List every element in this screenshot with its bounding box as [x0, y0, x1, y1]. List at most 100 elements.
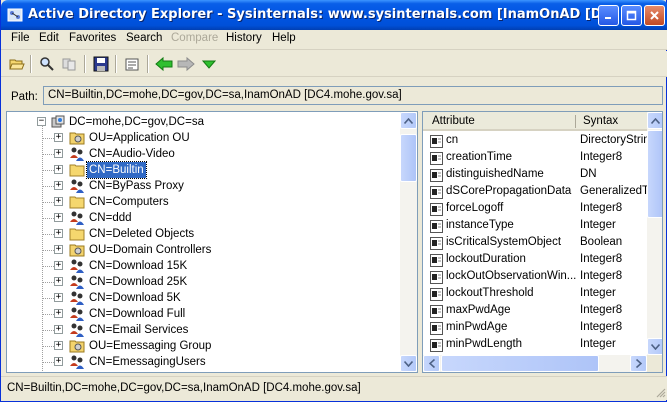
tree-expander[interactable]: +	[54, 197, 63, 206]
window-title: Active Directory Explorer - Sysinternals…	[28, 7, 598, 22]
tree-expander[interactable]: +	[54, 149, 63, 158]
tree-connector	[42, 234, 54, 235]
scroll-thumb[interactable]	[400, 134, 417, 182]
scroll-down-button[interactable]	[647, 338, 662, 355]
ou-icon	[69, 130, 85, 146]
users-icon	[69, 210, 85, 226]
menu-favorites[interactable]: Favorites	[69, 32, 116, 44]
app-window: Active Directory Explorer - Sysinternals…	[0, 0, 667, 402]
minimize-button[interactable]	[598, 5, 619, 26]
attribute-icon	[430, 288, 443, 301]
path-bar: Path: CN=Builtin,DC=mohe,DC=gov,DC=sa,In…	[1, 78, 667, 108]
tree-expander[interactable]: +	[54, 165, 63, 174]
attribute-row[interactable]: maxPwdAge Integer8	[423, 303, 647, 320]
properties-icon[interactable]	[122, 54, 142, 74]
scroll-up-button[interactable]	[400, 112, 417, 129]
tree-connector	[42, 218, 54, 219]
attr-vertical-scrollbar[interactable]	[647, 112, 662, 355]
menu-edit[interactable]: Edit	[39, 32, 59, 44]
tree-expander[interactable]: +	[54, 325, 63, 334]
attribute-row[interactable]: forceLogoff Integer8	[423, 201, 647, 218]
attribute-icon	[430, 339, 443, 352]
attribute-row[interactable]: dSCorePropagationData GeneralizedTime	[423, 184, 650, 201]
attribute-name: cn	[446, 134, 459, 146]
tree-vertical-scrollbar[interactable]	[400, 112, 417, 372]
close-button[interactable]	[644, 5, 665, 26]
menu-history[interactable]: History	[226, 32, 262, 44]
maximize-button[interactable]	[621, 5, 642, 26]
scroll-up-button[interactable]	[647, 112, 662, 129]
attribute-name: lockoutDuration	[446, 253, 526, 265]
menu-help[interactable]: Help	[272, 32, 296, 44]
column-divider[interactable]	[575, 115, 576, 128]
tree-item-label: CN=Builtin	[86, 161, 147, 179]
attribute-row[interactable]: lockOutObservationWin... Integer8	[423, 269, 647, 286]
attribute-syntax: Integer	[580, 287, 616, 299]
attribute-row[interactable]: creationTime Integer8	[423, 150, 647, 167]
attribute-syntax: Integer8	[580, 321, 623, 333]
tree-expander[interactable]: +	[54, 341, 63, 350]
attribute-row[interactable]: cn DirectoryString	[423, 133, 650, 150]
forward-arrow-icon[interactable]	[176, 54, 196, 74]
menu-file[interactable]: File	[11, 32, 30, 44]
tree-expander[interactable]: +	[54, 229, 63, 238]
attribute-pane[interactable]: Attribute Syntax cn DirectoryString creati…	[422, 111, 663, 373]
tree-item-label: CN=Download 25K	[89, 276, 188, 288]
folder-icon	[69, 226, 85, 242]
tree-item-label: CN=Download 15K	[89, 260, 188, 272]
attribute-row[interactable]: lockoutDuration Integer8	[423, 252, 647, 269]
scroll-right-button[interactable]	[630, 355, 647, 372]
tree-expander[interactable]: +	[54, 261, 63, 270]
menu-compare[interactable]: Compare	[171, 32, 218, 44]
attribute-row[interactable]: isCriticalSystemObject Boolean	[423, 235, 647, 252]
menu-search[interactable]: Search	[126, 32, 162, 44]
compare-icon[interactable]	[59, 54, 79, 74]
tree-expander[interactable]: +	[54, 181, 63, 190]
back-arrow-icon[interactable]	[154, 54, 174, 74]
attribute-name: minPwdAge	[446, 321, 508, 333]
attribute-row[interactable]: lockoutThreshold Integer	[423, 286, 647, 303]
scroll-thumb[interactable]	[647, 130, 662, 218]
attr-horizontal-scrollbar[interactable]	[423, 355, 647, 372]
attribute-name: maxPwdAge	[446, 304, 511, 316]
attribute-icon	[430, 135, 443, 148]
path-field[interactable]: CN=Builtin,DC=mohe,DC=gov,DC=sa,InamOnAD…	[43, 86, 663, 105]
column-header-syntax[interactable]: Syntax	[583, 115, 618, 127]
tree-pane[interactable]: − DC=mohe,DC=gov,DC=sa + OU=Application OU +…	[6, 111, 418, 373]
attribute-row[interactable]: distinguishedName DN	[423, 167, 647, 184]
resize-grip-icon[interactable]	[654, 386, 666, 398]
tree-item-label: CN=Email Services	[89, 324, 189, 336]
attribute-icon	[430, 220, 443, 233]
tree-expander[interactable]: +	[54, 133, 63, 142]
menu-bar: File Edit Favorites Search Compare Histo…	[1, 30, 667, 50]
scroll-left-button[interactable]	[423, 355, 440, 372]
attribute-name: creationTime	[446, 151, 513, 163]
scroll-thumb[interactable]	[441, 355, 599, 372]
tree-connector	[42, 250, 54, 251]
users-icon	[69, 354, 85, 370]
users-icon	[69, 306, 85, 322]
open-folder-icon[interactable]	[7, 54, 27, 74]
attribute-syntax: Integer8	[580, 304, 623, 316]
attribute-row[interactable]: instanceType Integer	[423, 218, 647, 235]
tree-expander[interactable]: +	[54, 277, 63, 286]
tree-expander[interactable]: +	[54, 213, 63, 222]
dropdown-arrow-icon[interactable]	[199, 54, 219, 74]
attribute-row[interactable]: minPwdAge Integer8	[423, 320, 647, 337]
scroll-down-button[interactable]	[400, 355, 417, 372]
attribute-icon	[430, 186, 443, 199]
column-header-attribute[interactable]: Attribute	[432, 115, 475, 127]
tree-expander[interactable]: +	[54, 357, 63, 366]
toolbar-separator	[147, 55, 149, 73]
search-magnifier-icon[interactable]	[37, 54, 57, 74]
attribute-row[interactable]: minPwdLength Integer	[423, 337, 647, 354]
attribute-syntax: Integer	[580, 338, 616, 350]
title-bar[interactable]: Active Directory Explorer - Sysinternals…	[1, 0, 667, 30]
tree-expander[interactable]: +	[54, 245, 63, 254]
tree-expander[interactable]: +	[54, 309, 63, 318]
tree-connector	[42, 282, 54, 283]
tree-expander[interactable]: +	[54, 293, 63, 302]
attribute-syntax: DirectoryString	[580, 134, 650, 146]
save-icon[interactable]	[91, 54, 111, 74]
scroll-corner	[647, 355, 662, 372]
